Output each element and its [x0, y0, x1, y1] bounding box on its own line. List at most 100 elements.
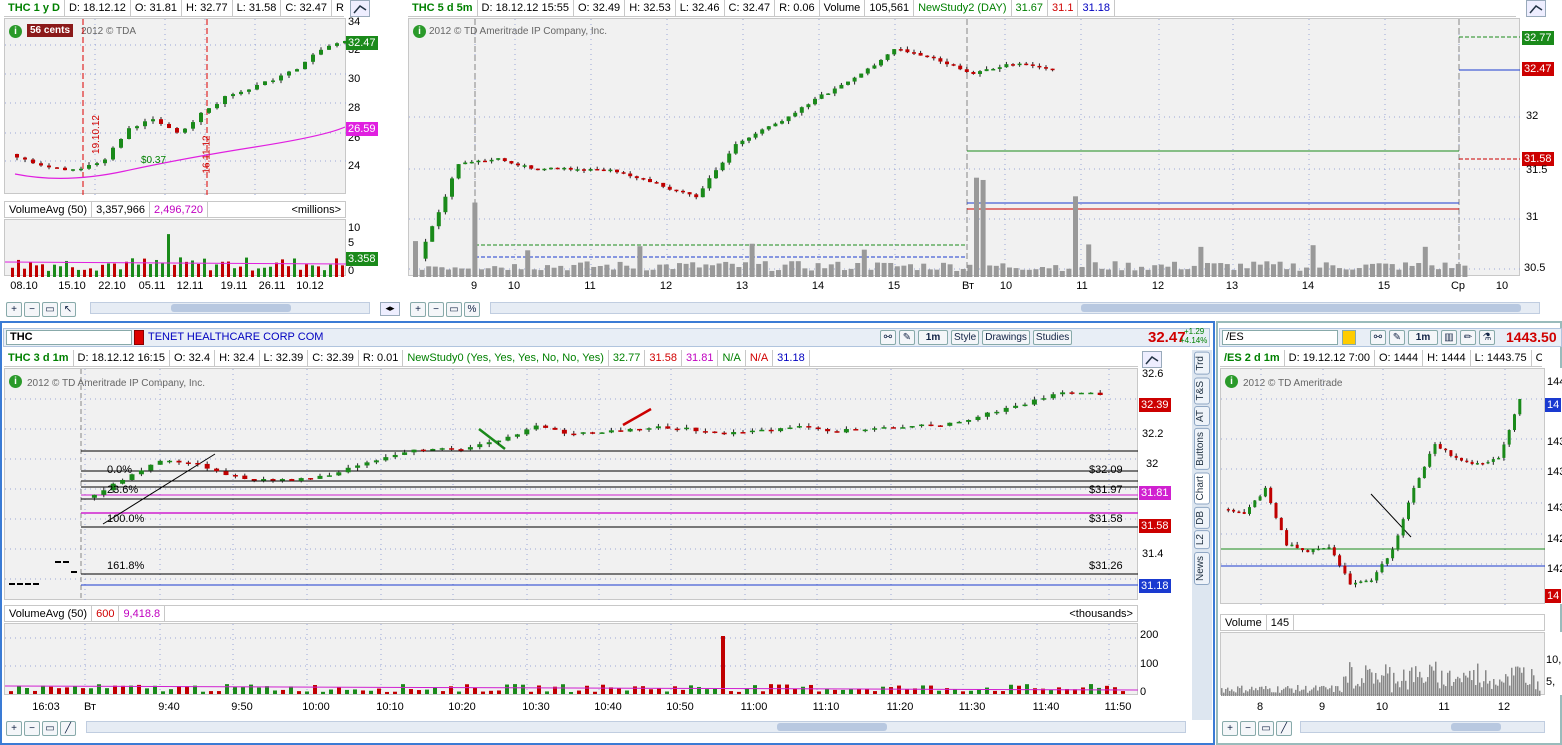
zoom-out-icon[interactable]: − [24, 721, 40, 736]
es-symbol-input[interactable]: /ES [1222, 330, 1338, 345]
interval-button[interactable]: 1m [1408, 330, 1438, 345]
volume-bar [1415, 666, 1417, 696]
volume-bar [785, 684, 789, 694]
zoom-reset-icon[interactable]: ▭ [1258, 721, 1274, 736]
candle [892, 49, 897, 55]
wrench-icon[interactable]: ✎ [899, 330, 915, 345]
candle [918, 52, 923, 56]
volume-bar [417, 690, 421, 694]
volume-bar [1106, 269, 1111, 277]
tab-buttons[interactable]: Buttons [1194, 428, 1210, 471]
tab-trade[interactable]: Trd [1194, 352, 1210, 375]
candle [634, 176, 639, 179]
tab-l2[interactable]: L2 [1194, 530, 1210, 550]
cursor-icon[interactable]: ↖ [60, 302, 76, 317]
style-icon[interactable]: ▥ [1441, 330, 1457, 345]
tab-db[interactable]: DB [1194, 506, 1210, 529]
es-xaxis: 8 9 10 11 12 [1220, 701, 1545, 715]
topleft-scrollbar[interactable] [90, 302, 370, 314]
zoom-out-icon[interactable]: − [1240, 721, 1256, 736]
es-volume-bars [1221, 661, 1541, 696]
candle [336, 472, 342, 476]
volume-bar [1269, 688, 1271, 696]
volume-bar [81, 688, 85, 694]
zoom-in-icon[interactable]: + [6, 721, 22, 736]
volume-bar [145, 688, 149, 694]
volume-bar [317, 266, 320, 277]
candle [1396, 535, 1400, 550]
xtick: 8 [1256, 701, 1264, 713]
ytick: 143 [1547, 466, 1562, 478]
chart-settings-icon[interactable] [350, 0, 370, 17]
volume-bar [1389, 264, 1395, 277]
zoom-in-icon[interactable]: + [410, 302, 426, 317]
volume-bar [969, 690, 973, 694]
volume-bar [789, 261, 795, 277]
style-button[interactable]: Style [951, 330, 980, 345]
volume-bar [1407, 689, 1409, 696]
chart-settings-icon[interactable] [1526, 0, 1546, 17]
es-scrollbar[interactable] [1300, 721, 1545, 733]
volume-bar [1436, 269, 1441, 277]
xtick: 26.11 [258, 280, 286, 292]
volume-bar [1113, 687, 1117, 694]
volume-bar [1349, 662, 1351, 696]
volume-bar [1503, 682, 1505, 696]
candle [681, 190, 685, 193]
link-icon[interactable]: ⚯ [880, 330, 896, 345]
volume-bar [761, 691, 765, 694]
xtick: 9:50 [231, 701, 253, 713]
zoom-out-icon[interactable]: − [24, 302, 40, 317]
volume-bar [1305, 685, 1307, 696]
volume-bar [1086, 244, 1092, 277]
topright-scrollbar[interactable] [490, 302, 1540, 314]
zoom-in-icon[interactable]: + [6, 302, 22, 317]
main-scrollbar[interactable] [86, 721, 1186, 733]
volume-bar [1393, 672, 1395, 696]
zoom-reset-icon[interactable]: ▭ [446, 302, 462, 317]
drawings-icon[interactable]: ✏ [1460, 330, 1476, 345]
volume-bar [512, 264, 517, 277]
grid-icon[interactable] [1342, 330, 1356, 345]
overnight-tick [71, 571, 77, 573]
draw-line-icon[interactable]: ╱ [60, 721, 76, 736]
interval-button[interactable]: 1m [918, 330, 948, 345]
drawings-button[interactable]: Drawings [982, 330, 1030, 345]
topright-candles [409, 19, 1521, 277]
candle [646, 428, 652, 430]
zoom-reset-icon[interactable]: ▭ [42, 721, 58, 736]
zoom-out-icon[interactable]: − [428, 302, 444, 317]
expand-icon[interactable]: ◂▸ [380, 302, 400, 316]
candle [580, 432, 586, 434]
percent-icon[interactable]: % [464, 302, 480, 317]
symbol-input[interactable]: THC [6, 330, 132, 345]
volume-bar [1477, 663, 1479, 696]
volume-bar [113, 263, 116, 277]
alert-icon[interactable] [134, 330, 144, 345]
candle [232, 475, 238, 477]
wrench-icon[interactable]: ✎ [1389, 330, 1405, 345]
zoom-reset-icon[interactable]: ▭ [42, 302, 58, 317]
tab-news[interactable]: News [1194, 551, 1210, 585]
tab-chart[interactable]: Chart [1194, 472, 1210, 505]
candle [1290, 544, 1294, 547]
volume-bar [305, 691, 309, 694]
volume-bar [729, 263, 735, 277]
link-icon[interactable]: ⚯ [1370, 330, 1386, 345]
xtick: 15 [887, 280, 901, 292]
zoom-in-icon[interactable]: + [1222, 721, 1238, 736]
studies-button[interactable]: Studies [1032, 330, 1073, 345]
volume-bar [321, 691, 325, 694]
volume-bar [1325, 687, 1327, 696]
candle [552, 427, 558, 430]
tab-time-sales[interactable]: T&S [1194, 376, 1210, 405]
studies-icon[interactable]: ⚗ [1479, 330, 1495, 345]
volume-bar [835, 261, 841, 277]
volume-study-label: VolumeAvg (50) [5, 606, 93, 621]
draw-line-icon[interactable]: ╱ [1276, 721, 1292, 736]
candle [458, 449, 464, 451]
chart-settings-icon[interactable] [1142, 351, 1162, 368]
candle [796, 426, 802, 428]
volume-bar [802, 268, 808, 277]
tab-at[interactable]: AT [1194, 406, 1210, 427]
